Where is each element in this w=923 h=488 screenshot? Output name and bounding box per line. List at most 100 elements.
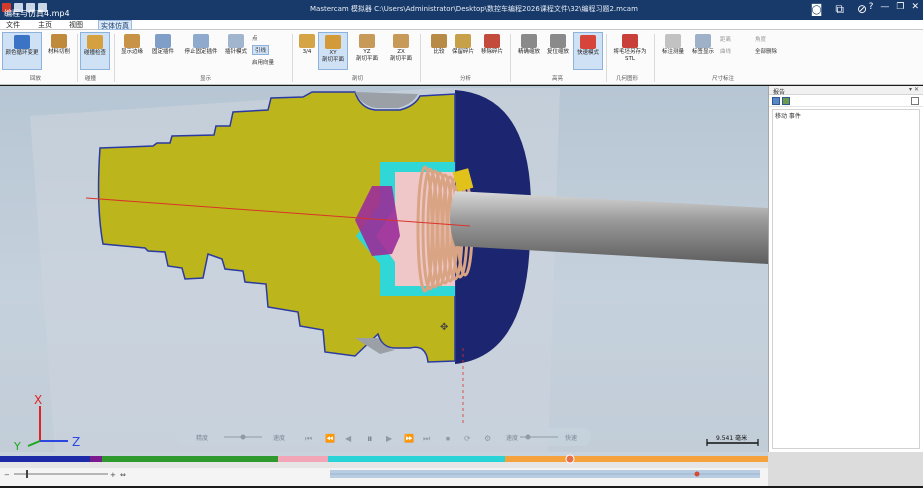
fit-timeline-icon[interactable]: ⇔ bbox=[120, 471, 126, 479]
point-option[interactable]: 点 bbox=[252, 34, 258, 42]
stop-icon[interactable]: ⏹ bbox=[446, 434, 450, 443]
xy-section-button[interactable]: XY 剖切平面 bbox=[318, 32, 348, 70]
precision-slider-thumb[interactable] bbox=[240, 434, 246, 440]
y-axis-label: Y bbox=[13, 440, 21, 452]
loop-icon[interactable]: ⟳ bbox=[464, 434, 471, 443]
operation-segment[interactable] bbox=[90, 456, 102, 462]
fixed-clamp-icon bbox=[155, 34, 171, 48]
video-filename: 编程与仿真4.mp4 bbox=[4, 9, 70, 18]
compare-icon bbox=[431, 34, 447, 48]
precise-zoom-button[interactable]: 精确缩放 bbox=[514, 32, 544, 70]
mute-icon[interactable]: ⊘ bbox=[857, 3, 867, 15]
reset-zoom-button[interactable]: 复位缩放 bbox=[543, 32, 573, 70]
insert-mode-icon bbox=[228, 34, 244, 48]
step-back-icon[interactable]: ⏪ bbox=[325, 433, 335, 443]
operation-segment[interactable] bbox=[0, 456, 90, 462]
reset-zoom-icon bbox=[550, 34, 566, 48]
yz-section-button[interactable]: YZ 剖切平面 bbox=[352, 32, 382, 70]
simulation-timeline[interactable]: − + ⇔ bbox=[0, 452, 768, 486]
label-show-icon bbox=[695, 34, 711, 48]
remove-fragments-icon bbox=[484, 34, 500, 48]
close-icon[interactable]: ✕ bbox=[911, 2, 919, 12]
remove-fragments-button[interactable]: 移除碎片 bbox=[477, 32, 507, 70]
menu-bar: 文件 主页 视图 实体仿真 bbox=[0, 20, 923, 30]
group-label-highlight: 高亮 bbox=[552, 76, 564, 82]
zx-section-icon bbox=[393, 34, 409, 48]
y-axis-arrow bbox=[27, 440, 41, 447]
fixed-clamp-button[interactable]: 固定插件 bbox=[148, 32, 178, 70]
tab-home[interactable]: 主页 bbox=[38, 20, 52, 30]
angle-option[interactable]: 角度 bbox=[755, 35, 766, 43]
settings-icon[interactable]: ⚙ bbox=[484, 434, 491, 443]
back-icon[interactable]: ◀ bbox=[345, 434, 352, 443]
collision-button[interactable]: 碰撞检查 bbox=[80, 32, 110, 70]
group-label-playback: 回放 bbox=[30, 76, 42, 82]
xy-section-icon bbox=[325, 35, 341, 49]
simulation-viewport[interactable]: ✥ X Z Y 精度 速度 ⏮ ⏪ ◀ ⏸ ▶ ⏩ ⏭ ⏹ ⟳ ⚙ 速度 快速 bbox=[0, 86, 768, 452]
insert-mode-button[interactable]: 插针模式 bbox=[221, 32, 251, 70]
fast-mode-icon bbox=[580, 35, 596, 49]
zoom-out-icon[interactable]: − bbox=[4, 471, 10, 479]
screenshot-icon[interactable]: ⧉ bbox=[835, 3, 844, 15]
report-panel: 报告 ▾ ✕ 移动 事件 bbox=[768, 86, 923, 452]
stop-fixed-clamp-button[interactable]: 停止固定插件 bbox=[182, 32, 220, 70]
material-cut-button[interactable]: 材料切削 bbox=[44, 32, 74, 70]
keep-fragments-button[interactable]: 保留碎片 bbox=[448, 32, 478, 70]
enable-vector-option[interactable]: 启用向量 bbox=[252, 58, 274, 66]
z-axis-label: Z bbox=[72, 435, 80, 449]
leader-option[interactable]: 引线 bbox=[252, 45, 270, 55]
speed-label: 速度 bbox=[273, 434, 285, 442]
operation-segment[interactable] bbox=[102, 456, 278, 462]
zx-section-button[interactable]: ZX 剖切平面 bbox=[386, 32, 416, 70]
report-column-header: 移动 事件 bbox=[775, 113, 801, 120]
operation-segment[interactable] bbox=[328, 456, 505, 462]
window-title: Mastercam 模拟器 C:\Users\Administrator\Des… bbox=[310, 5, 638, 13]
label-show-button[interactable]: 标签显示 bbox=[688, 32, 718, 70]
operation-segment[interactable] bbox=[505, 456, 768, 462]
precision-label: 精度 bbox=[196, 434, 208, 442]
report-search-icon[interactable] bbox=[911, 97, 919, 105]
speed-slider-thumb[interactable] bbox=[525, 434, 531, 440]
timeline-marker[interactable] bbox=[694, 471, 700, 477]
report-list[interactable]: 移动 事件 bbox=[772, 109, 920, 449]
minimize-icon[interactable]: — bbox=[880, 2, 889, 12]
restore-icon[interactable]: ❐ bbox=[896, 2, 904, 12]
show-edges-button[interactable]: 显示边缘 bbox=[117, 32, 147, 70]
skip-start-icon[interactable]: ⏮ bbox=[305, 434, 312, 443]
report-panel-header: 报告 ▾ ✕ bbox=[769, 86, 923, 96]
delete-all-option[interactable]: 全部删除 bbox=[755, 47, 777, 55]
report-toolbar bbox=[769, 95, 923, 107]
ribbon: 颜色循环变更 材料切削 碰撞检查 显示边缘 固定插件 停止固定插件 插针模式 点… bbox=[0, 30, 923, 85]
tab-file[interactable]: 文件 bbox=[6, 20, 20, 30]
dim-check-button[interactable]: 标注测量 bbox=[658, 32, 688, 70]
panel-pin-close-icon[interactable]: ▾ ✕ bbox=[909, 86, 919, 93]
report-tool-icon-1[interactable] bbox=[772, 97, 780, 105]
step-forward-icon[interactable]: ⏩ bbox=[404, 433, 414, 443]
tab-view[interactable]: 视图 bbox=[69, 20, 83, 30]
video-overlay-controls: ◙ ⧉ ⊘ bbox=[811, 3, 867, 15]
pause-icon[interactable]: ⏸ bbox=[367, 432, 373, 445]
curve-option[interactable]: 曲线 bbox=[720, 47, 731, 55]
scale-label: 9.541 毫米 bbox=[716, 434, 747, 442]
camera-icon[interactable]: ◙ bbox=[811, 3, 823, 15]
report-tool-icon-2[interactable] bbox=[782, 97, 790, 105]
show-edges-icon bbox=[124, 34, 140, 48]
material-cut-icon bbox=[51, 34, 67, 48]
save-stl-button[interactable]: 将毛坯另存为 STL bbox=[609, 32, 651, 70]
fast-mode-button[interactable]: 快速模式 bbox=[573, 32, 603, 70]
timeline-playhead[interactable] bbox=[565, 454, 575, 464]
fast-label: 快速 bbox=[565, 434, 577, 442]
three-quarter-button[interactable]: 3/4 bbox=[296, 32, 318, 70]
play-icon[interactable]: ▶ bbox=[386, 434, 393, 443]
skip-end-icon[interactable]: ⏭ bbox=[423, 434, 430, 443]
color-cycle-button[interactable]: 颜色循环变更 bbox=[2, 32, 42, 70]
status-area bbox=[768, 452, 923, 486]
distance-option[interactable]: 距离 bbox=[720, 35, 731, 43]
group-label-dimension: 尺寸标注 bbox=[712, 76, 735, 82]
operation-segment[interactable] bbox=[278, 456, 328, 462]
zoom-in-icon[interactable]: + bbox=[110, 471, 116, 479]
group-label-analysis: 分析 bbox=[460, 76, 472, 82]
help-icon[interactable]: ? bbox=[869, 2, 874, 12]
tab-solid-sim[interactable]: 实体仿真 bbox=[98, 20, 132, 30]
zoom-slider-thumb[interactable] bbox=[26, 470, 28, 478]
